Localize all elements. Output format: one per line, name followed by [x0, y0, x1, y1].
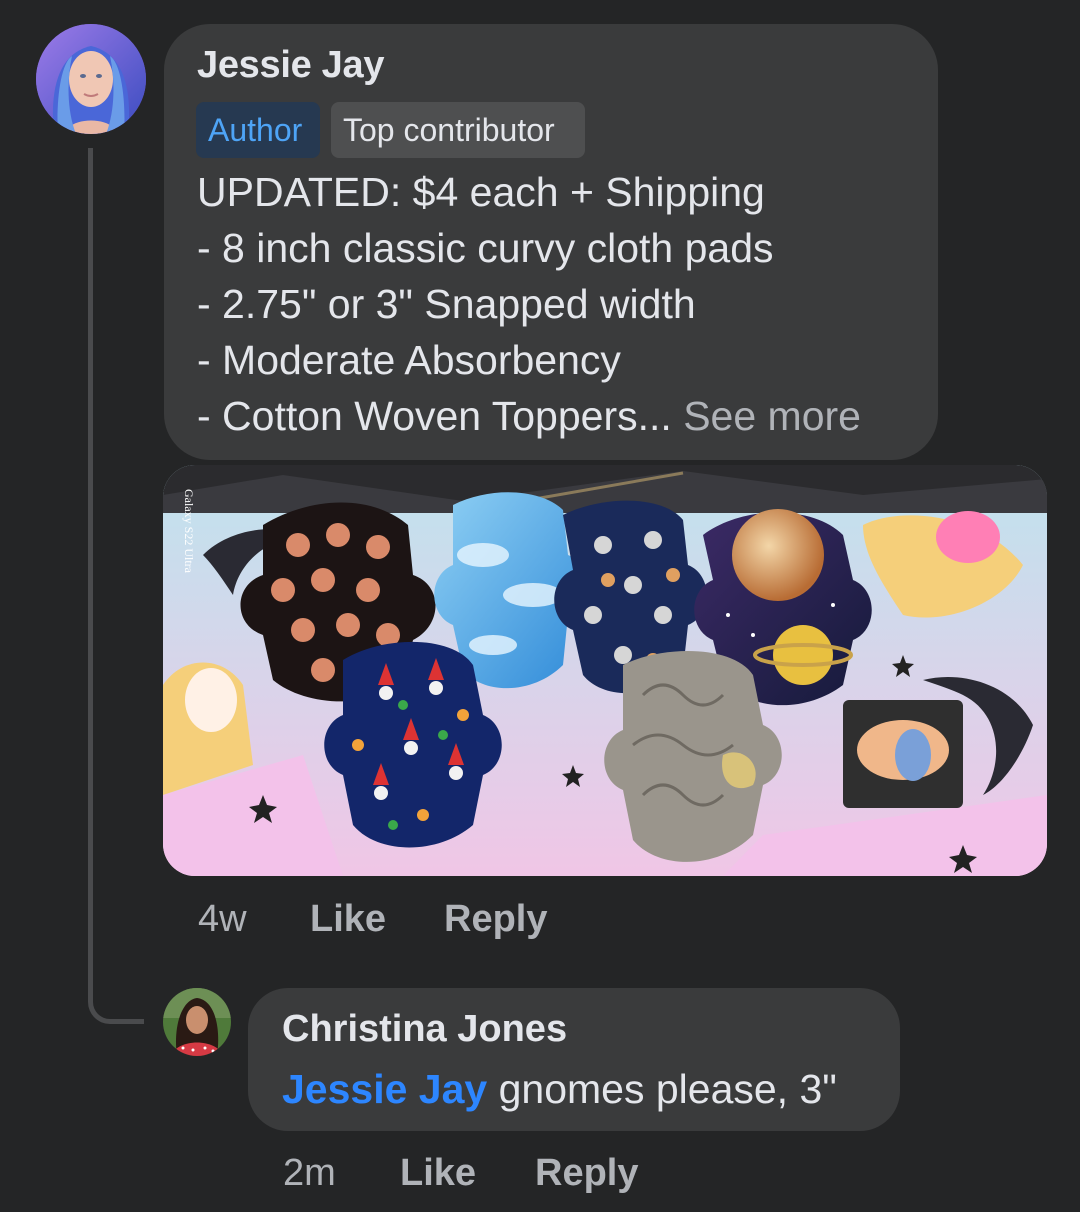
comment-like-button[interactable]: Like	[310, 898, 386, 941]
reply-timestamp: 2m	[283, 1152, 336, 1194]
avatar-christina-jones[interactable]	[163, 988, 231, 1056]
photo-watermark: Galaxy S22 Ultra	[182, 489, 196, 574]
reply-reply-button[interactable]: Reply	[535, 1152, 638, 1195]
comment-line-last: - Cotton Woven Toppers... See more	[197, 388, 927, 444]
see-more-link[interactable]: See more	[683, 393, 861, 439]
comment-body: UPDATED: $4 each + Shipping - 8 inch cla…	[197, 164, 927, 444]
comment-photo[interactable]: Galaxy S22 Ultra	[163, 465, 1047, 876]
reply-mention-link[interactable]: Jessie Jay	[282, 1066, 487, 1112]
comment-reply-button[interactable]: Reply	[444, 898, 547, 941]
comment-line: - 2.75" or 3" Snapped width	[197, 281, 696, 327]
comment-time: 4w	[198, 898, 247, 941]
reply-message-text: gnomes please, 3"	[498, 1066, 837, 1112]
avatar-jessie-jay[interactable]	[36, 24, 146, 134]
top-contributor-badge: Top contributor	[331, 102, 585, 158]
comment-timestamp: 4w	[198, 898, 247, 940]
comment-line-text: - Cotton Woven Toppers...	[197, 393, 672, 439]
reply-body: Jessie Jay gnomes please, 3"	[282, 1062, 837, 1116]
reply-time: 2m	[283, 1152, 336, 1195]
comment-author-name[interactable]: Jessie Jay	[197, 44, 384, 87]
comment-line: UPDATED: $4 each + Shipping	[197, 169, 765, 215]
reply-like-button[interactable]: Like	[400, 1152, 476, 1195]
thread-connector-line	[88, 148, 144, 1024]
reply-author-name[interactable]: Christina Jones	[282, 1008, 567, 1051]
comment-line: - Moderate Absorbency	[197, 337, 621, 383]
author-badge: Author	[196, 102, 320, 158]
comment-thread: Jessie Jay Author Top contributor UPDATE…	[0, 0, 1080, 1212]
comment-line: - 8 inch classic curvy cloth pads	[197, 225, 774, 271]
